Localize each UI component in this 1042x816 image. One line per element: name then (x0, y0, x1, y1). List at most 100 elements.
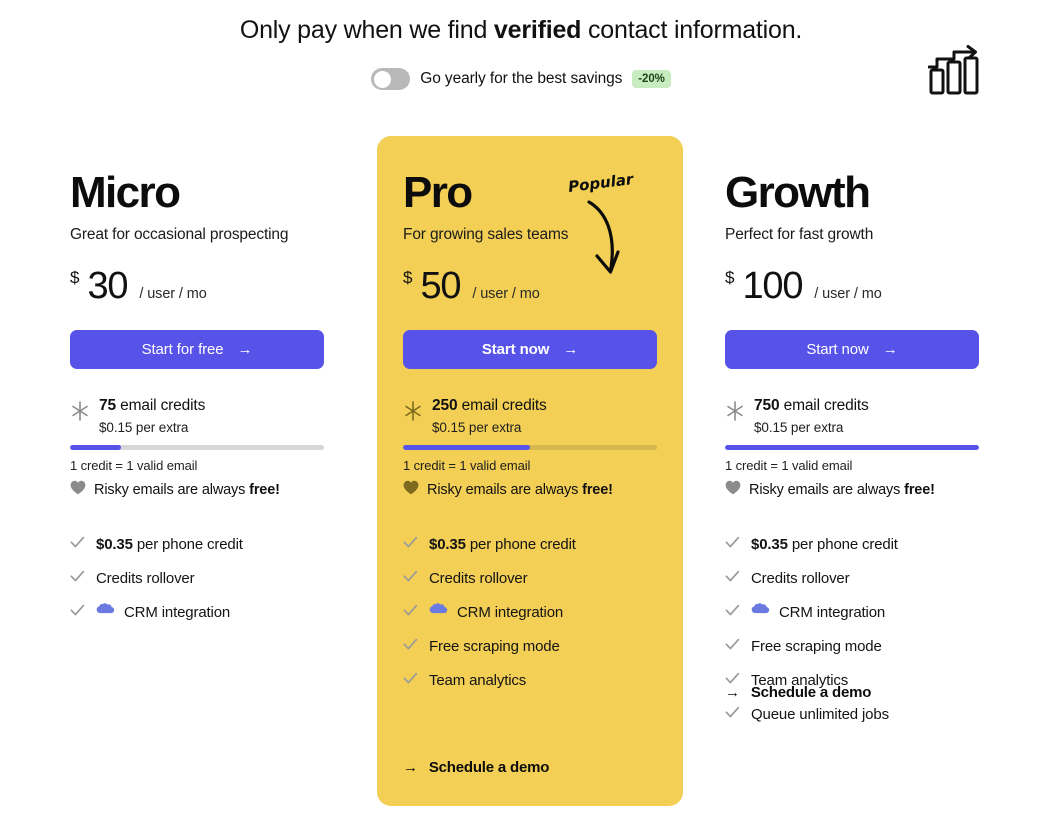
plan-name: Pro (403, 168, 473, 217)
feature-emphasis: $0.35 (96, 535, 133, 553)
feature-text: Credits rollover (429, 569, 528, 587)
credits-extra-price: $0.15 per extra (432, 420, 522, 435)
credits-word: email credits (120, 397, 206, 414)
risky-emails-row: Risky emails are always free! (70, 480, 324, 499)
credits-progress-fill (403, 445, 530, 450)
feature-item: Free scraping mode (725, 629, 979, 663)
check-icon (403, 536, 418, 553)
check-icon (403, 570, 418, 587)
price-row: $ 30 / user / mo (70, 266, 324, 306)
credits-amount: 75 (99, 397, 116, 414)
features-list: $0.35 per phone credit Credits rollover CR… (403, 527, 657, 697)
credits-amount: 750 (754, 397, 780, 414)
heart-icon (70, 480, 86, 499)
cta-label: Start now (806, 341, 869, 358)
feature-label: Credits rollover (429, 569, 528, 587)
check-icon (725, 604, 740, 621)
plan-tagline: Perfect for fast growth (725, 226, 874, 243)
start-now-button[interactable]: Start now → (725, 330, 979, 369)
headline-emphasis: verified (493, 16, 582, 44)
credit-note: 1 credit = 1 valid email (70, 458, 198, 473)
price-currency: $ (725, 268, 735, 287)
credits-block: 75 email credits $0.15 per extra (70, 396, 324, 435)
risky-emails-text: Risky emails are always free! (427, 482, 613, 498)
feature-text: Team analytics (429, 671, 527, 689)
plan-name: Growth (725, 168, 871, 217)
credits-progress-bar (725, 445, 979, 450)
feature-item: CRM integration (403, 595, 657, 629)
credits-amount: 250 (432, 397, 458, 414)
feature-text: Queue unlimited jobs (751, 705, 889, 723)
arrow-right-icon: → (725, 684, 740, 701)
risky-text: Risky emails are always (94, 481, 250, 498)
plan-tagline: Great for occasional prospecting (70, 226, 289, 243)
risky-emails-text: Risky emails are always free! (749, 482, 935, 498)
price-amount: 30 (87, 265, 128, 307)
feature-label: Queue unlimited jobs (751, 706, 889, 723)
feature-label: Free scraping mode (429, 638, 560, 655)
feature-item: Team analytics (403, 663, 657, 697)
credits-block: 750 email credits $0.15 per extra (725, 396, 979, 435)
price-row: $ 50 / user / mo (403, 266, 657, 306)
check-icon (70, 536, 85, 553)
feature-item: $0.35 per phone credit (403, 527, 657, 561)
risky-emails-row: Risky emails are always free! (725, 480, 979, 499)
schedule-demo-link[interactable]: → Schedule a demo (403, 759, 549, 776)
yearly-billing-toggle[interactable] (371, 68, 411, 90)
feature-text: CRM integration (124, 603, 231, 621)
credit-note: 1 credit = 1 valid email (725, 458, 853, 473)
feature-item: Credits rollover (403, 561, 657, 595)
cta-label: Start for free (141, 341, 224, 358)
bar-chart-growth-icon (927, 45, 984, 97)
credits-text: 75 email credits $0.15 per extra (99, 396, 324, 435)
feature-label: CRM integration (124, 604, 230, 621)
price-unit: / user / mo (139, 286, 207, 302)
pricing-card-growth: Growth Perfect for fast growth $ 100 / u… (699, 136, 1005, 731)
credits-headline: 750 email credits (754, 396, 979, 415)
start-for-free-button[interactable]: Start for free → (70, 330, 324, 369)
feature-emphasis: $0.35 (751, 535, 788, 553)
feature-label: Free scraping mode (751, 638, 882, 655)
check-icon (70, 604, 85, 621)
credits-extra-price: $0.15 per extra (754, 420, 844, 435)
check-icon (725, 570, 740, 587)
feature-label: Credits rollover (96, 569, 195, 587)
pricing-card-pro: Pro For growing sales teams $ 50 / user … (377, 136, 683, 806)
feature-text: Credits rollover (751, 569, 850, 587)
pricing-cards: Micro Great for occasional prospecting $… (0, 136, 1042, 808)
feature-item: Credits rollover (70, 561, 324, 595)
start-now-button[interactable]: Start now → (403, 330, 657, 369)
feature-item: $0.35 per phone credit (725, 527, 979, 561)
check-icon (70, 570, 85, 587)
billing-toggle-label: Go yearly for the best savings (420, 70, 623, 87)
sparkle-icon (725, 400, 745, 427)
price-row: $ 100 / user / mo (725, 266, 979, 306)
feature-text: Credits rollover (96, 569, 195, 587)
pricing-page: Only pay when we find verified contact i… (0, 0, 1042, 816)
heart-icon (403, 480, 419, 499)
feature-label: Credits rollover (751, 569, 850, 587)
risky-emails-text: Risky emails are always free! (94, 482, 280, 498)
billing-period-row: Go yearly for the best savings -20% (0, 68, 1042, 90)
feature-text: CRM integration (457, 603, 564, 621)
schedule-demo-label: Schedule a demo (428, 759, 550, 776)
sparkle-icon (70, 400, 90, 427)
credits-word: email credits (783, 397, 869, 414)
headline-post: contact information. (581, 16, 803, 44)
check-icon (403, 604, 418, 621)
arrow-right-icon: → (882, 341, 898, 358)
check-icon (403, 672, 418, 689)
feature-item: CRM integration (70, 595, 324, 629)
risky-bold: free! (904, 481, 935, 498)
credits-progress-bar (70, 445, 324, 450)
salesforce-cloud-icon (429, 603, 448, 621)
credits-word: email credits (461, 397, 547, 414)
feature-label: $0.35 per phone credit (751, 536, 898, 553)
price-unit: / user / mo (814, 286, 882, 302)
credits-extra-price: $0.15 per extra (99, 420, 189, 435)
risky-text: Risky emails are always (427, 481, 583, 498)
risky-text: Risky emails are always (749, 481, 905, 498)
feature-label: Team analytics (429, 672, 526, 689)
schedule-demo-link[interactable]: → Schedule a demo (725, 684, 871, 701)
feature-item: Credits rollover (725, 561, 979, 595)
